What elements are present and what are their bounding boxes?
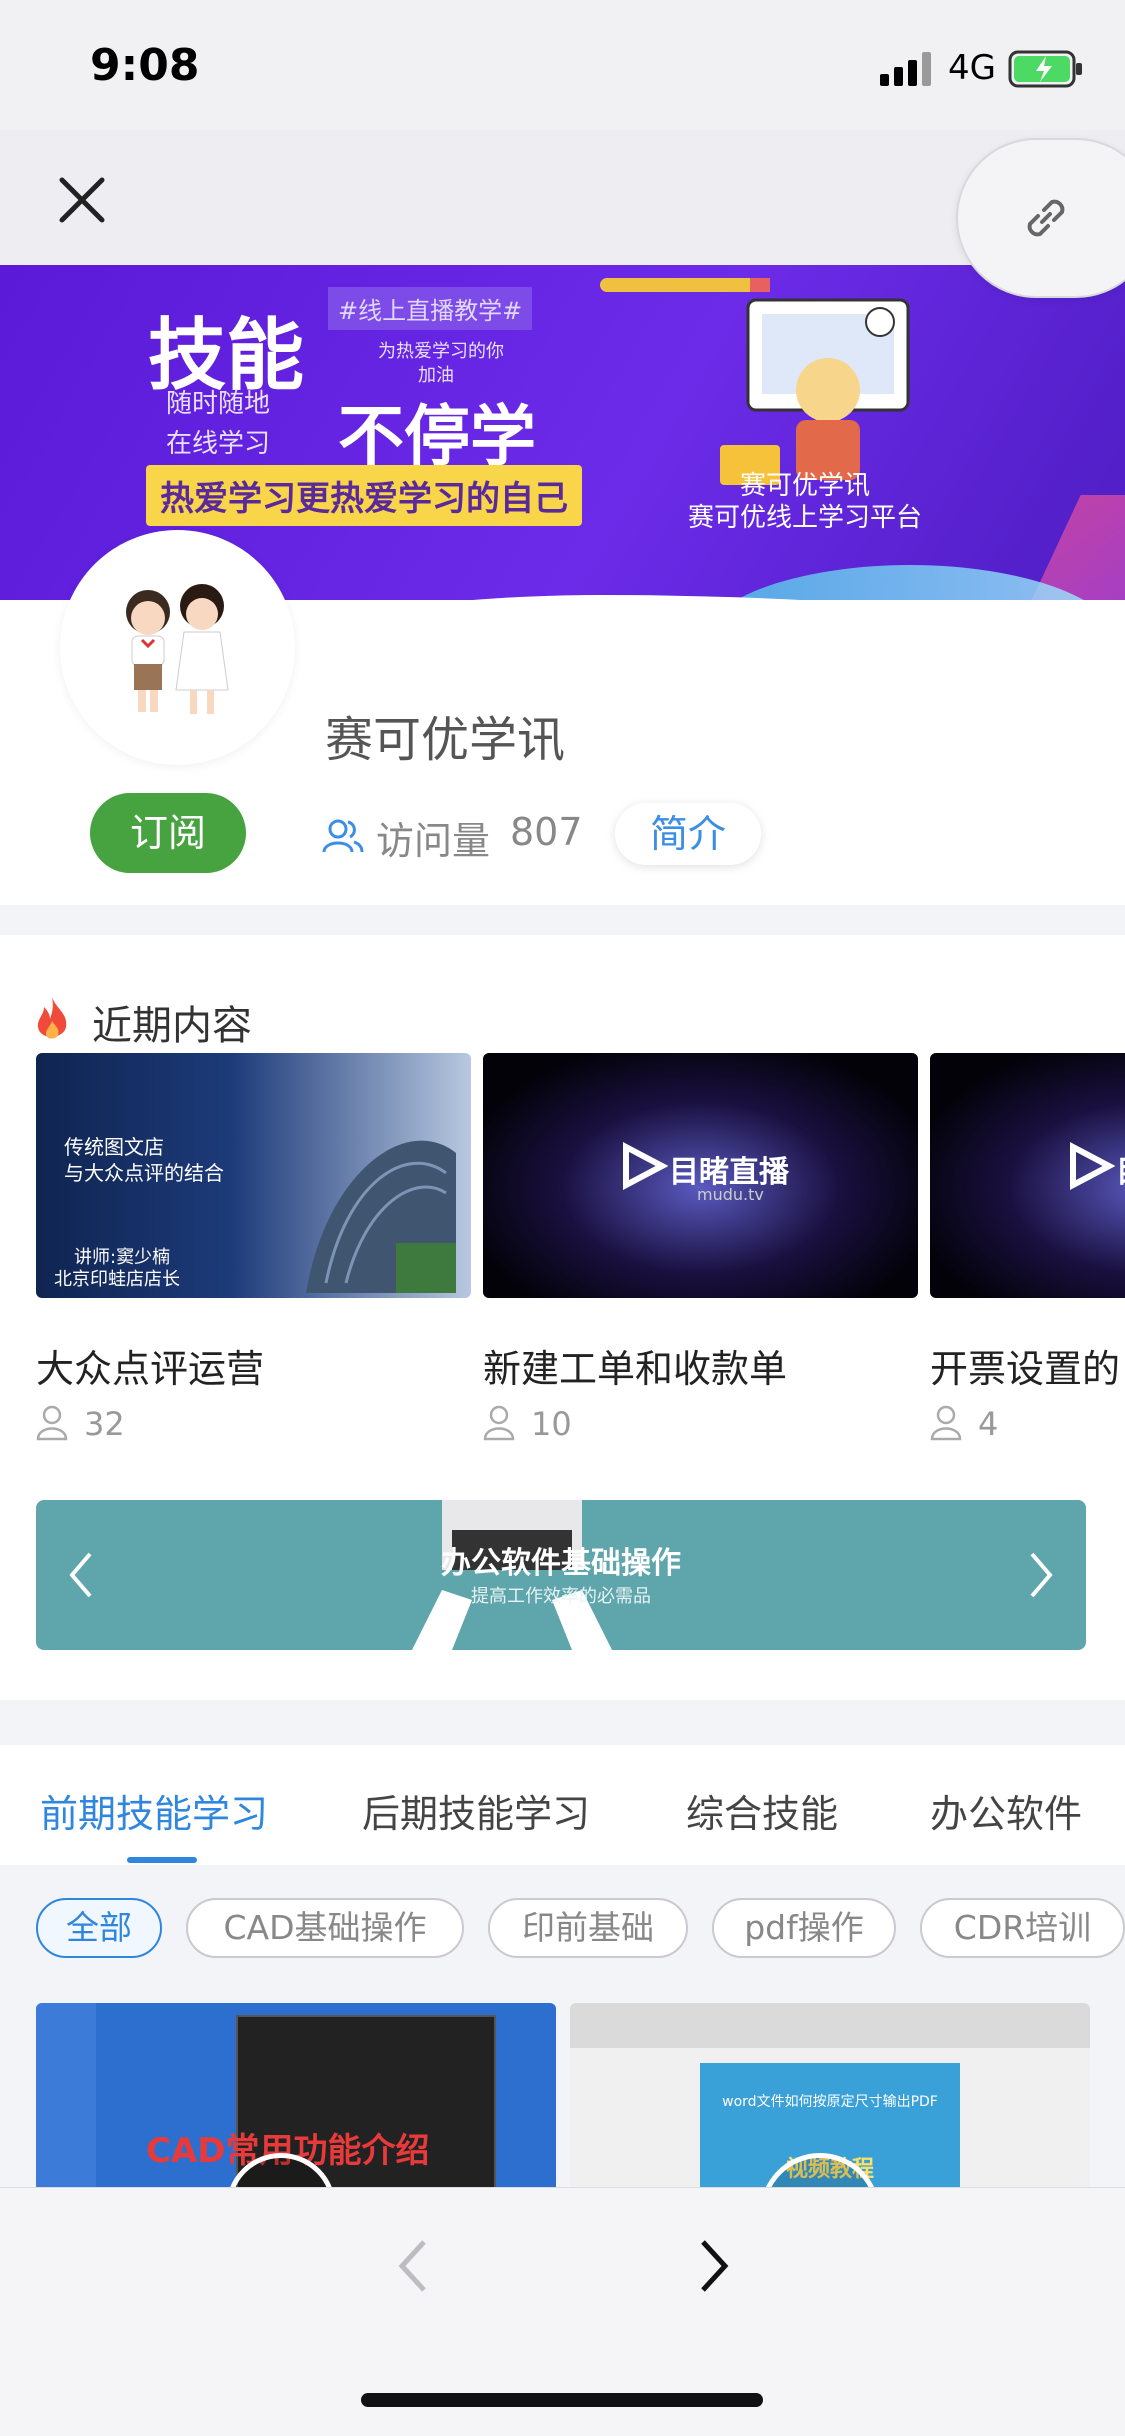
recent-title: 近期内容: [92, 1003, 252, 1049]
card-title: 大众点评运营: [36, 1347, 265, 1391]
status-bar: 9:08 4G: [0, 0, 1125, 130]
thumb-text: 与大众点评的结合: [64, 1161, 224, 1185]
view-count: 4: [978, 1405, 999, 1443]
avatar-illustration: [126, 584, 229, 714]
category-tabs: 前期技能学习 后期技能学习 综合技能 办公软件: [0, 1745, 1125, 1865]
content-card[interactable]: 目睹直播 开票设置的 4: [930, 1053, 1125, 1443]
card-thumbnail: 目睹直播 mudu.tv: [483, 1053, 918, 1298]
thumb-logo: 目睹直播: [1116, 1147, 1125, 1191]
chip-prepress-basics[interactable]: 印前基础: [488, 1898, 688, 1958]
chip-pdf[interactable]: pdf操作: [712, 1898, 896, 1958]
chip-cdr-training[interactable]: CDR培训: [920, 1898, 1125, 1958]
play-icon: [1070, 1142, 1115, 1190]
network-type: 4G: [948, 48, 996, 88]
tab-office-software[interactable]: 办公软件: [930, 1783, 1082, 1838]
user-icon: [483, 1405, 515, 1441]
top-navigation: [0, 130, 1125, 265]
card-views: 32: [36, 1405, 125, 1449]
signal-icon: [880, 52, 931, 86]
link-icon: [1027, 199, 1065, 237]
video-overlay-text: word文件如何按原定尺寸输出PDF: [722, 2094, 938, 2110]
toolbar-strip: [570, 2003, 1090, 2048]
banner-line2: 在线学习: [166, 429, 271, 459]
content-card[interactable]: 传统图文店 与大众点评的结合 讲师:窦少楠 北京印蛙店店长 大众点评运营 32: [36, 1053, 471, 1443]
battery-icon: [1008, 50, 1082, 88]
promo-subtitle: 提高工作效率的必需品: [471, 1586, 651, 1607]
card-title: 开票设置的: [930, 1347, 1121, 1391]
promo-carousel[interactable]: 办公软件基础操作 提高工作效率的必需品: [36, 1500, 1086, 1650]
promo-title: 办公软件基础操作: [441, 1546, 681, 1581]
banner-slogan: 热爱学习更热爱学习的自己: [146, 465, 582, 526]
thumb-url: mudu.tv: [697, 1185, 764, 1204]
banner-tag: #线上直播教学#: [328, 287, 533, 330]
filter-chips: 全部 CAD基础操作 印前基础 pdf操作 CDR培训: [0, 1865, 1125, 1995]
view-count: 32: [84, 1405, 125, 1443]
forward-icon[interactable]: [695, 2236, 735, 2296]
card-thumbnail: 传统图文店 与大众点评的结合 讲师:窦少楠 北京印蛙店店长: [36, 1053, 471, 1298]
building-image: [306, 1140, 456, 1293]
banner-note1: 为热爱学习的你: [378, 341, 504, 362]
chevron-left-icon[interactable]: [66, 1550, 96, 1600]
thumb-text: 北京印蛙店店长: [54, 1269, 180, 1290]
chip-cad-basics[interactable]: CAD基础操作: [186, 1898, 464, 1958]
visits-count: 807: [510, 810, 583, 854]
play-icon: [623, 1142, 668, 1190]
close-icon[interactable]: [52, 170, 112, 230]
share-link-button[interactable]: [956, 138, 1125, 298]
chevron-right-icon[interactable]: [1026, 1550, 1056, 1600]
visits-label: 访问量: [376, 819, 491, 863]
user-icon: [36, 1405, 68, 1441]
visitors-icon: [322, 819, 364, 853]
status-time: 9:08: [90, 40, 200, 91]
tab-early-skills[interactable]: 前期技能学习: [40, 1783, 268, 1838]
banner-line1: 随时随地: [166, 389, 271, 419]
home-indicator: [361, 2393, 763, 2407]
profile-name: 赛可优学讯: [325, 712, 566, 768]
chip-all[interactable]: 全部: [36, 1898, 162, 1958]
card-views: 10: [483, 1405, 572, 1449]
intro-button[interactable]: 简介: [615, 803, 761, 865]
thumb-text: 传统图文店: [64, 1135, 164, 1159]
fire-icon: [37, 997, 67, 1039]
tab-general-skills[interactable]: 综合技能: [686, 1783, 838, 1838]
avatar: [60, 530, 295, 765]
subscribe-button[interactable]: 订阅: [90, 793, 246, 873]
tab-later-skills[interactable]: 后期技能学习: [362, 1783, 590, 1838]
recent-header: 近期内容: [0, 955, 500, 1049]
content-card[interactable]: 目睹直播 mudu.tv 新建工单和收款单 10: [483, 1053, 918, 1443]
card-title: 新建工单和收款单: [483, 1347, 788, 1391]
view-count: 10: [531, 1405, 572, 1443]
recent-section: 近期内容 传统图文店 与大众点评的结合 讲师:窦少楠 北京印蛙店店长 大众点评运…: [0, 935, 1125, 1700]
user-icon: [930, 1405, 962, 1441]
banner-brand-sub: 赛可优线上学习平台: [687, 503, 922, 533]
active-tab-indicator: [127, 1857, 197, 1863]
back-icon[interactable]: [392, 2236, 432, 2296]
card-thumbnail: 目睹直播: [930, 1053, 1125, 1298]
card-views: 4: [930, 1405, 998, 1449]
